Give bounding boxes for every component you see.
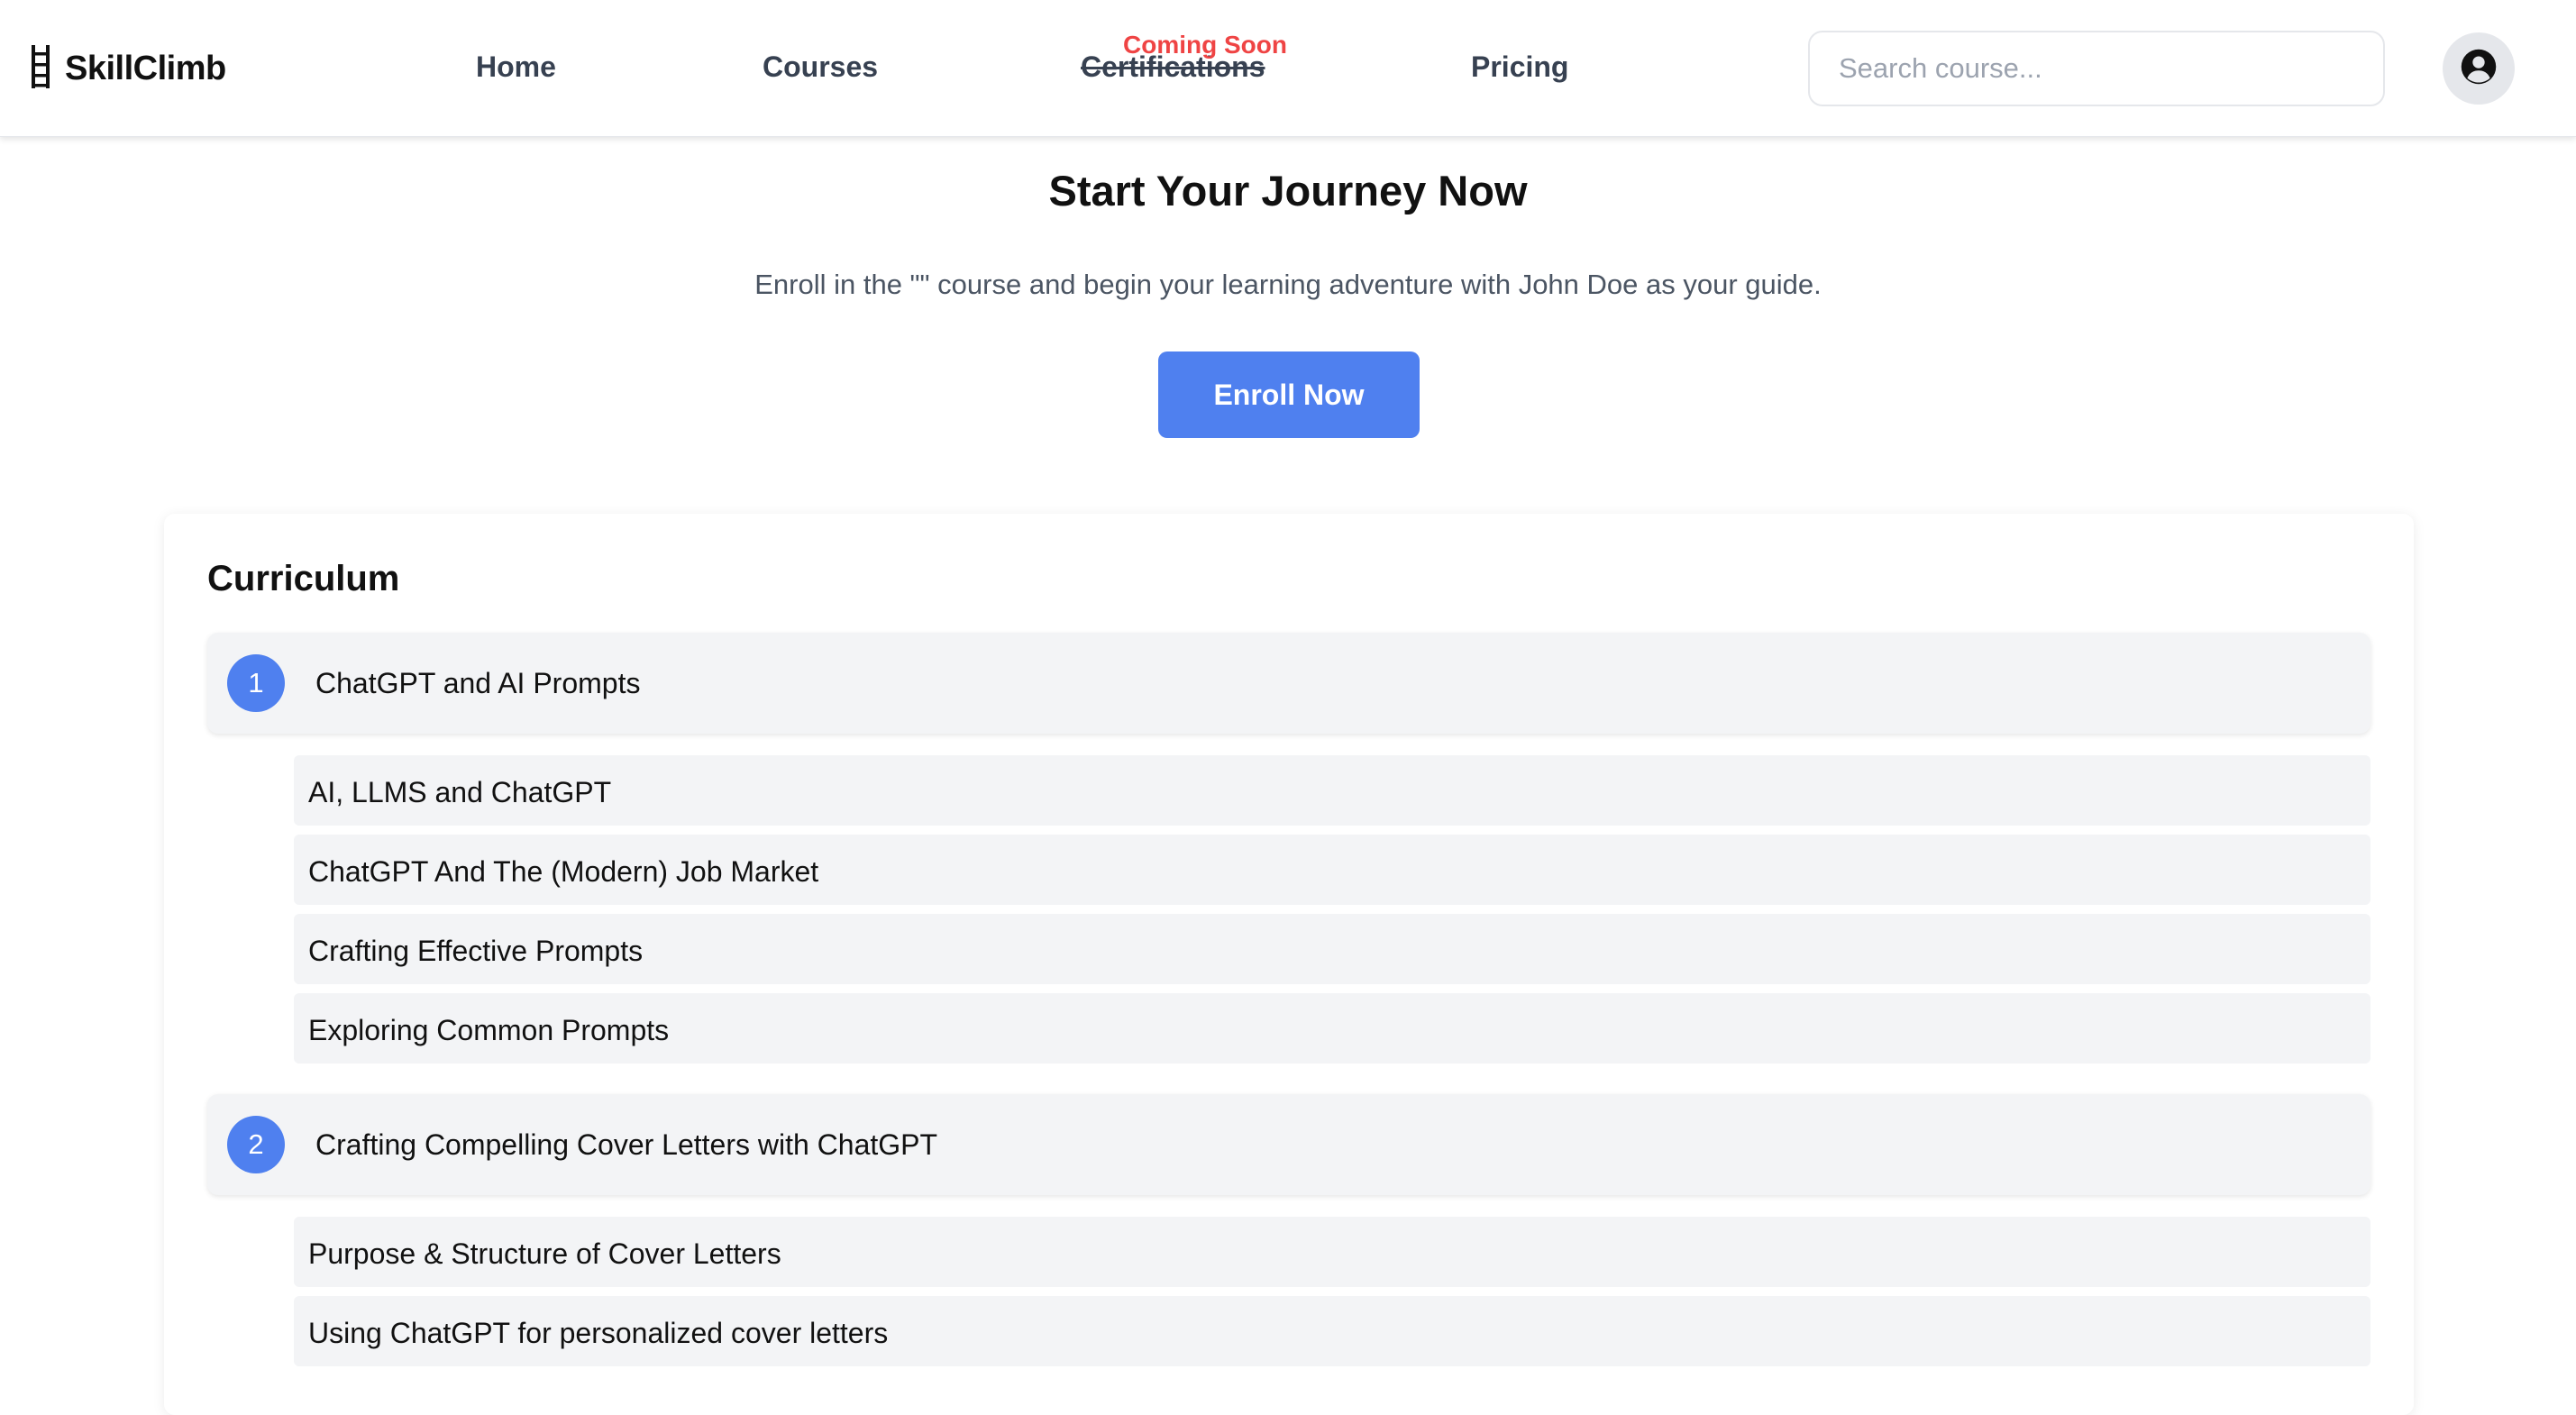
- lesson-title: Crafting Effective Prompts: [308, 935, 644, 967]
- nav-courses-link[interactable]: Courses: [763, 50, 878, 84]
- module-title: Crafting Compelling Cover Letters with C…: [315, 1128, 938, 1161]
- module-header[interactable]: 2 Crafting Compelling Cover Letters with…: [207, 1094, 2370, 1195]
- search-input[interactable]: [1808, 31, 2385, 106]
- lesson-title: AI, LLMS and ChatGPT: [308, 776, 612, 808]
- module-number-badge: 2: [227, 1116, 285, 1173]
- lesson-item[interactable]: ChatGPT And The (Modern) Job Market: [294, 835, 2370, 905]
- nav-home-link[interactable]: Home: [476, 50, 556, 84]
- curriculum-card: Curriculum 1 ChatGPT and AI Prompts AI, …: [164, 514, 2414, 1415]
- brand-logo[interactable]: SkillClimb: [29, 43, 226, 94]
- brand-name: SkillClimb: [65, 49, 226, 87]
- lesson-title: Using ChatGPT for personalized cover let…: [308, 1317, 889, 1349]
- lesson-title: ChatGPT And The (Modern) Job Market: [308, 855, 819, 888]
- lesson-item[interactable]: Purpose & Structure of Cover Letters: [294, 1217, 2370, 1287]
- enroll-now-button[interactable]: Enroll Now: [1158, 351, 1420, 438]
- lesson-title: Purpose & Structure of Cover Letters: [308, 1237, 781, 1270]
- module-header[interactable]: 1 ChatGPT and AI Prompts: [207, 633, 2370, 734]
- ladder-icon: [29, 43, 52, 95]
- lesson-item[interactable]: Exploring Common Prompts: [294, 993, 2370, 1064]
- lesson-title: Exploring Common Prompts: [308, 1014, 670, 1046]
- lesson-item[interactable]: Crafting Effective Prompts: [294, 914, 2370, 984]
- nav-pricing-link[interactable]: Pricing: [1471, 50, 1568, 84]
- user-circle-icon: [2460, 48, 2498, 90]
- module-title: ChatGPT and AI Prompts: [315, 667, 641, 699]
- curriculum-title: Curriculum: [207, 559, 400, 598]
- coming-soon-badge: Coming Soon: [1123, 31, 1287, 59]
- navbar: SkillClimb Home Courses Certifications C…: [0, 0, 2576, 137]
- lesson-item[interactable]: Using ChatGPT for personalized cover let…: [294, 1296, 2370, 1366]
- hero-title: Start Your Journey Now: [1048, 167, 1528, 215]
- lesson-item[interactable]: AI, LLMS and ChatGPT: [294, 755, 2370, 826]
- hero-subtitle: Enroll in the "" course and begin your l…: [754, 269, 1822, 300]
- user-menu-button[interactable]: [2443, 32, 2515, 105]
- module-number-badge: 1: [227, 654, 285, 712]
